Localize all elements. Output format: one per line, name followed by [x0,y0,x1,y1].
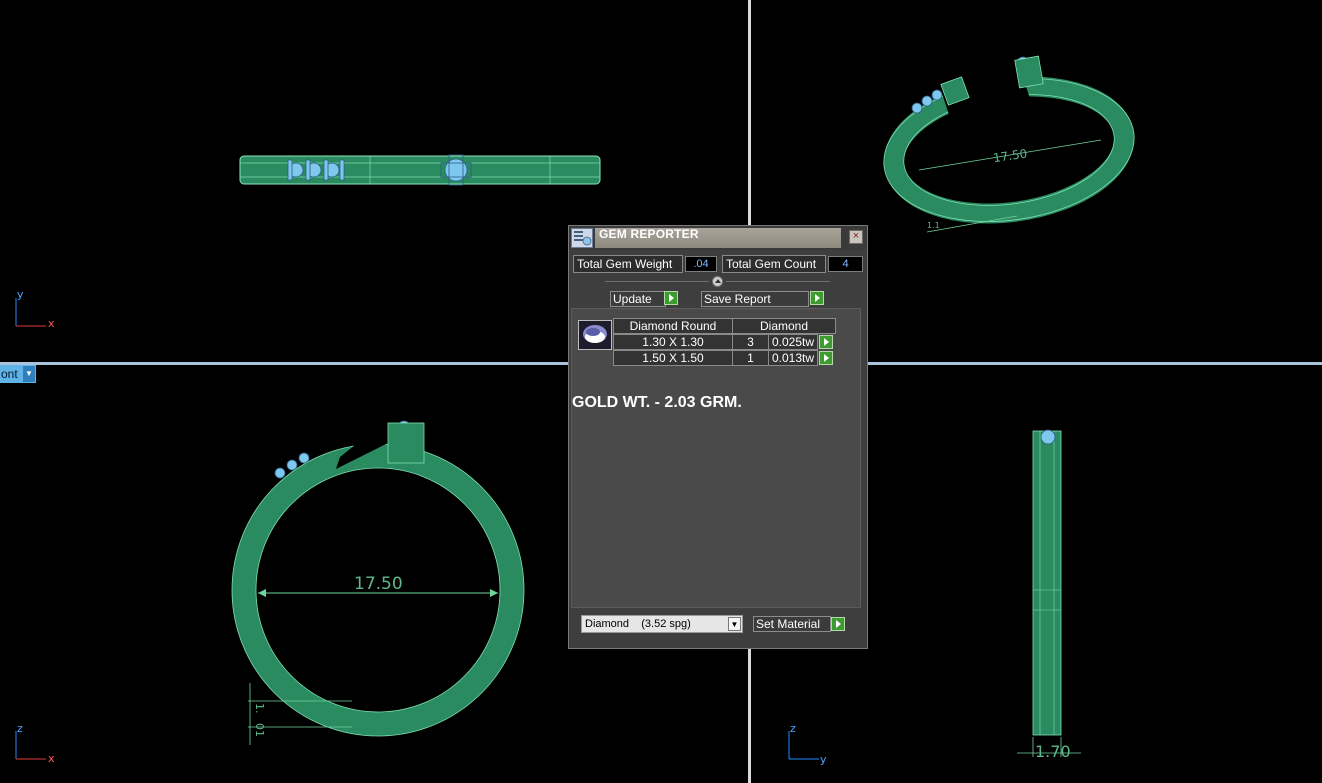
front-axis-x-label: x [48,752,55,765]
table-header-material: Diamond [732,318,836,334]
axis-y-label: y [17,288,24,301]
total-gem-weight-value: .04 [685,256,717,272]
update-go-icon[interactable] [664,291,678,305]
right-width-dim: 1.70 [1035,742,1071,761]
table-row-count: 1 [732,350,769,366]
right-axis-z-label: z [790,722,796,735]
table-row-weight: 0.025tw [768,334,818,350]
total-gem-count-label: Total Gem Count [722,255,826,273]
gold-weight-note: GOLD WT. - 2.03 GRM. [572,394,742,411]
row-select-icon[interactable] [819,351,833,365]
viewport-label-dropdown[interactable]: ont ▼ [0,365,36,383]
separator [726,281,830,282]
chevron-down-icon[interactable]: ▼ [23,366,35,382]
close-icon[interactable]: × [849,230,863,244]
table-header-shape: Diamond Round [613,318,733,334]
separator [605,281,709,282]
front-dim-a: 1. [253,703,266,714]
total-gem-weight-label: Total Gem Weight [573,255,683,273]
front-dim-b: 01 [253,723,266,737]
collapse-toggle[interactable] [712,276,723,287]
panel-titlebar[interactable]: GEM REPORTER × [569,226,867,250]
material-select[interactable]: Diamond (3.52 spg) ▼ [581,615,743,633]
row-select-icon[interactable] [819,335,833,349]
chevron-down-icon[interactable]: ▼ [728,617,741,631]
perspective-small-dim: 1.1 [927,221,940,230]
axis-x-label: x [48,317,55,330]
table-row-size: 1.50 X 1.50 [613,350,733,366]
save-report-go-icon[interactable] [810,291,824,305]
front-diameter: 17.50 [354,574,403,594]
table-row-size: 1.30 X 1.30 [613,334,733,350]
set-material-go-icon[interactable] [831,617,845,631]
viewport-label: ont [1,367,18,381]
total-gem-count-value: 4 [828,256,863,272]
panel-title: GEM REPORTER [599,227,699,241]
table-row-count: 3 [732,334,769,350]
perspective-dimension: 17.50 [992,147,1028,166]
gem-reporter-panel: GEM REPORTER × Total Gem Weight .04 Tota… [568,225,868,649]
front-axis-z-label: z [17,722,23,735]
material-select-value: Diamond (3.52 spg) [585,618,691,630]
table-row-weight: 0.013tw [768,350,818,366]
right-axis-y-label: y [820,753,827,766]
set-material-button[interactable]: Set Material [753,616,831,632]
right-gem [1040,429,1056,445]
gem-reporter-icon [571,228,593,248]
update-button[interactable]: Update [610,291,666,307]
save-report-button[interactable]: Save Report [701,291,809,307]
diamond-round-icon [578,320,612,350]
